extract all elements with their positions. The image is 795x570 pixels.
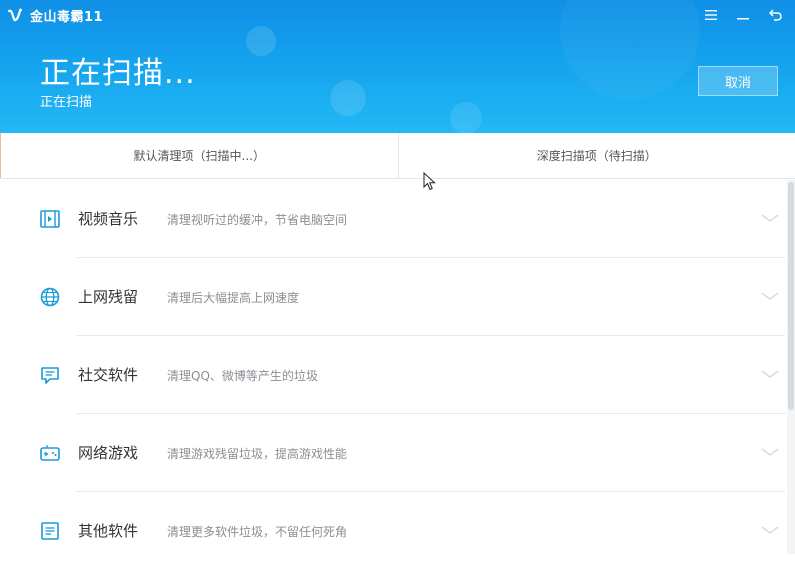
list-item[interactable]: 上网残留 清理后大幅提高上网速度	[0, 258, 785, 336]
scan-tabs: 默认清理项（扫描中...） 深度扫描项（待扫描）	[0, 133, 795, 179]
decorative-bubble	[450, 102, 482, 133]
list-item[interactable]: 其他软件 清理更多软件垃圾，不留任何死角	[0, 492, 785, 570]
decorative-bubble	[330, 80, 366, 116]
app-logo: 金山毒霸11	[6, 6, 103, 25]
chevron-down-icon[interactable]	[760, 524, 780, 536]
header-banner: 金山毒霸11 正在扫描... 正在扫描 取消	[0, 0, 795, 133]
item-label: 其他软件	[78, 520, 138, 541]
item-description: 清理视听过的缓冲，节省电脑空间	[167, 211, 347, 228]
chat-icon	[39, 364, 61, 386]
item-description: 清理游戏残留垃圾，提高游戏性能	[167, 445, 347, 462]
globe-icon	[39, 286, 61, 308]
tab-default-clean[interactable]: 默认清理项（扫描中...）	[0, 133, 398, 178]
list-item[interactable]: 视频音乐 清理视听过的缓冲，节省电脑空间	[0, 180, 785, 258]
gamepad-icon	[39, 442, 61, 464]
scan-status-text: 正在扫描	[40, 91, 92, 110]
duba-logo-icon	[6, 7, 24, 25]
item-label: 视频音乐	[78, 208, 138, 229]
item-description: 清理更多软件垃圾，不留任何死角	[167, 523, 347, 540]
decorative-bubble	[560, 0, 700, 100]
window-controls	[695, 5, 791, 25]
mouse-cursor-icon	[423, 172, 437, 192]
item-label: 上网残留	[78, 286, 138, 307]
scroll-thumb[interactable]	[788, 182, 794, 410]
menu-icon	[705, 10, 717, 20]
clean-category-list: 视频音乐 清理视听过的缓冲，节省电脑空间 上网残留 清理后大幅提高上网速度 社交…	[0, 180, 785, 570]
item-description: 清理QQ、微博等产生的垃圾	[167, 367, 318, 384]
app-name: 金山毒霸11	[30, 6, 103, 25]
page-title: 正在扫描...	[40, 48, 196, 92]
item-label: 社交软件	[78, 364, 138, 385]
minimize-button[interactable]	[727, 5, 759, 25]
chevron-down-icon[interactable]	[760, 290, 780, 302]
cancel-button[interactable]: 取消	[698, 66, 778, 96]
tab-deep-scan[interactable]: 深度扫描项（待扫描）	[398, 133, 795, 178]
decorative-bubble	[246, 26, 276, 56]
video-music-icon	[39, 208, 61, 230]
back-button[interactable]	[759, 5, 791, 25]
menu-button[interactable]	[695, 5, 727, 25]
minimize-icon	[737, 10, 749, 20]
item-description: 清理后大幅提高上网速度	[167, 289, 299, 306]
document-icon	[39, 520, 61, 542]
chevron-down-icon[interactable]	[760, 212, 780, 224]
chevron-down-icon[interactable]	[760, 368, 780, 380]
scrollbar[interactable]	[787, 180, 795, 554]
list-item[interactable]: 社交软件 清理QQ、微博等产生的垃圾	[0, 336, 785, 414]
chevron-down-icon[interactable]	[760, 446, 780, 458]
list-item[interactable]: 网络游戏 清理游戏残留垃圾，提高游戏性能	[0, 414, 785, 492]
item-label: 网络游戏	[78, 442, 138, 463]
back-icon	[769, 9, 782, 21]
